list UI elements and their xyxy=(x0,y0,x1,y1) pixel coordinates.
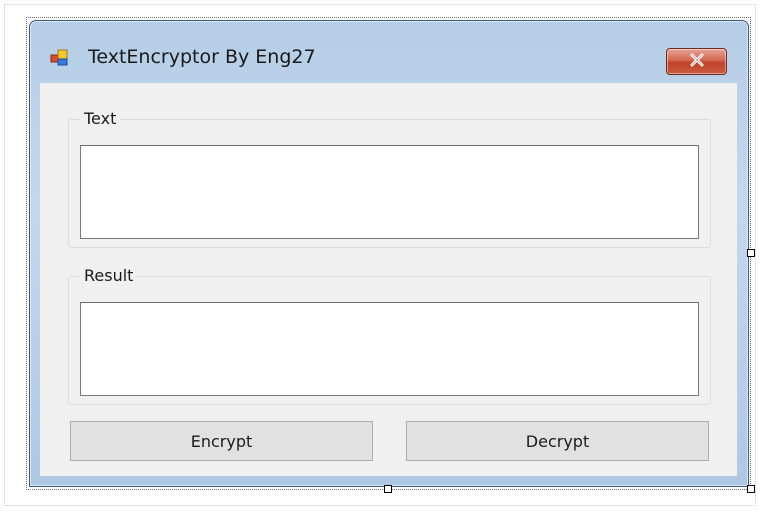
result-groupbox: Result xyxy=(68,266,711,405)
designer-surface: TextEncryptor By Eng27 Text Result Encry… xyxy=(0,0,760,517)
resize-handle-bottom[interactable] xyxy=(384,485,392,493)
result-output[interactable] xyxy=(80,302,699,396)
window-title: TextEncryptor By Eng27 xyxy=(88,46,316,68)
text-input[interactable] xyxy=(80,145,699,239)
text-groupbox: Text xyxy=(68,109,711,248)
form-window[interactable]: TextEncryptor By Eng27 Text Result Encry… xyxy=(29,20,749,487)
resize-handle-right[interactable] xyxy=(747,249,755,257)
resize-handle-bottom-right[interactable] xyxy=(747,485,755,493)
encrypt-button[interactable]: Encrypt xyxy=(70,421,373,461)
title-bar[interactable]: TextEncryptor By Eng27 xyxy=(30,21,748,83)
app-icon xyxy=(50,48,68,66)
decrypt-button[interactable]: Decrypt xyxy=(406,421,709,461)
client-area: Text Result Encrypt Decrypt xyxy=(40,83,737,476)
text-group-label: Text xyxy=(80,109,121,129)
result-group-label: Result xyxy=(80,266,138,286)
close-button[interactable] xyxy=(666,48,727,75)
close-icon xyxy=(689,52,705,71)
